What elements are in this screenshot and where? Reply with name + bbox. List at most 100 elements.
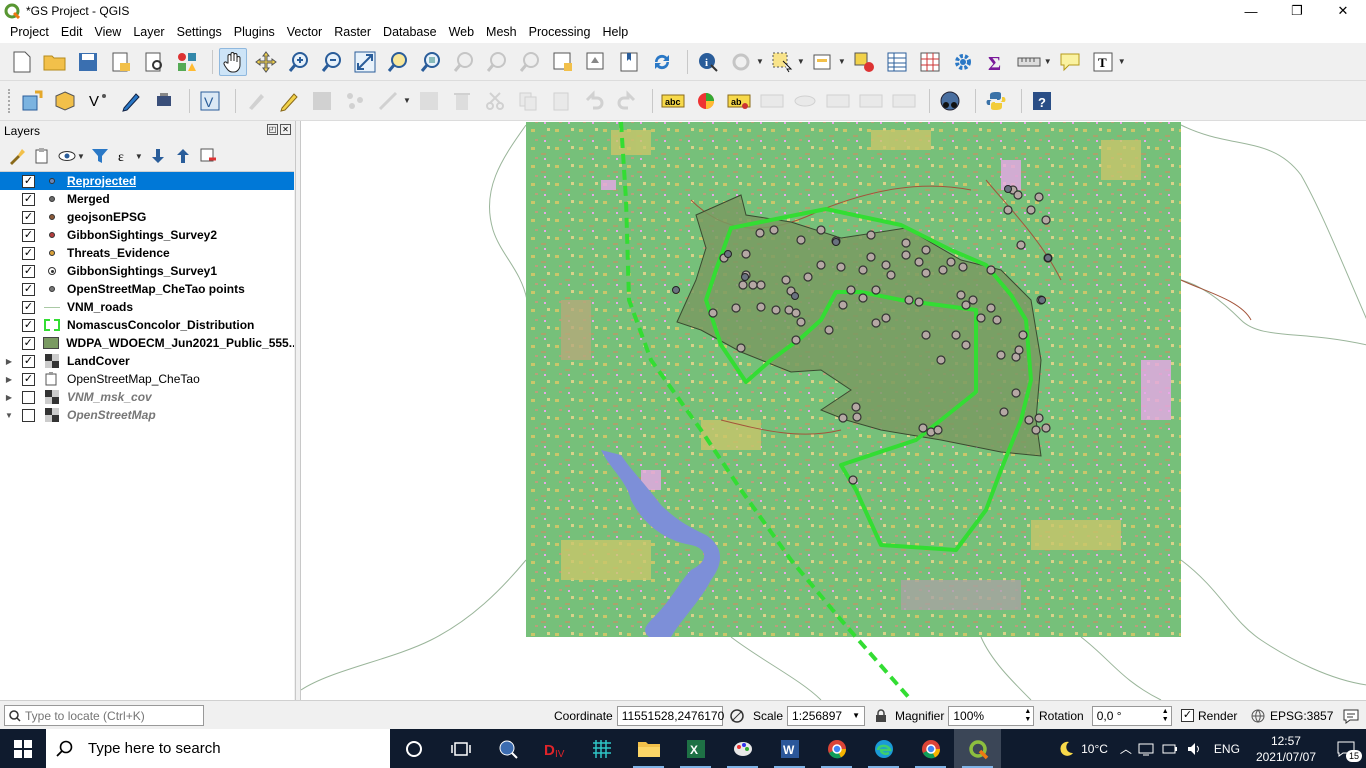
layer-row[interactable]: ✓ OpenStreetMap_CheTao points xyxy=(0,280,294,298)
menu-view[interactable]: View xyxy=(88,22,127,43)
toggle-editing-icon[interactable] xyxy=(275,87,303,115)
layer-row[interactable]: ▶ ✓ OpenStreetMap_CheTao xyxy=(0,370,294,388)
menu-mesh[interactable]: Mesh xyxy=(480,22,523,43)
statistical-summary-icon[interactable] xyxy=(916,48,944,76)
zoom-full-icon[interactable] xyxy=(351,48,379,76)
menu-project[interactable]: Project xyxy=(4,22,55,43)
scale-combobox[interactable]: 1:256897 ▼ xyxy=(787,705,866,726)
new-print-layout-icon[interactable] xyxy=(107,48,135,76)
layer-visibility-checkbox[interactable]: ✓ xyxy=(22,354,35,368)
coordinate-capture-icon[interactable] xyxy=(936,87,964,115)
locator-bar[interactable] xyxy=(4,705,204,726)
render-checkbox[interactable]: ✓ xyxy=(1181,709,1194,722)
save-edits-icon[interactable] xyxy=(308,87,336,115)
current-edits-icon[interactable] xyxy=(242,87,270,115)
layer-visibility-checkbox[interactable]: ✓ xyxy=(22,246,35,260)
label-toolbar-abc-icon[interactable]: abc xyxy=(659,87,687,115)
maximize-button[interactable]: ❐ xyxy=(1274,0,1320,22)
python-console-icon[interactable] xyxy=(982,87,1010,115)
menu-vector[interactable]: Vector xyxy=(281,22,328,43)
new-geopackage-layer-icon[interactable] xyxy=(51,87,79,115)
deselect-all-icon[interactable] xyxy=(850,48,878,76)
map-svg[interactable] xyxy=(301,121,1366,700)
layer-row[interactable]: ✓ NomascusConcolor_Distribution xyxy=(0,316,294,334)
locator-input[interactable] xyxy=(25,708,195,723)
layer-visibility-checkbox[interactable]: ✓ xyxy=(22,318,35,332)
add-point-icon[interactable] xyxy=(341,87,369,115)
task-view-icon[interactable] xyxy=(437,729,484,768)
zoom-last-icon[interactable] xyxy=(483,48,511,76)
help-icon[interactable]: ? xyxy=(1028,87,1056,115)
minimize-button[interactable]: — xyxy=(1228,0,1274,22)
identify-features-icon[interactable]: i xyxy=(694,48,722,76)
pin-labels-icon[interactable] xyxy=(758,87,786,115)
menu-settings[interactable]: Settings xyxy=(171,22,228,43)
zoom-to-layer-icon[interactable] xyxy=(417,48,445,76)
layer-visibility-checkbox[interactable] xyxy=(22,390,35,404)
measure-line-icon[interactable] xyxy=(1015,48,1043,76)
manage-visibility-eye-icon[interactable] xyxy=(56,145,78,167)
chrome-icon[interactable] xyxy=(813,729,860,768)
vertex-tool-icon[interactable] xyxy=(374,87,402,115)
chrome-icon-2[interactable] xyxy=(907,729,954,768)
refresh-icon[interactable] xyxy=(648,48,676,76)
weather-moon-icon[interactable] xyxy=(1057,740,1075,758)
expand-arrow-icon[interactable]: ▶ xyxy=(4,393,14,402)
toolbox-gear-icon[interactable] xyxy=(949,48,977,76)
coordinate-field[interactable]: 11551528,2476170 xyxy=(616,705,724,726)
layer-visibility-checkbox[interactable]: ✓ xyxy=(22,228,35,242)
new-shapefile-layer-icon[interactable]: V xyxy=(84,87,112,115)
rotate-label-icon[interactable] xyxy=(857,87,885,115)
notifications-button[interactable]: 15 xyxy=(1326,729,1366,768)
paste-features-icon[interactable] xyxy=(547,87,575,115)
layer-visibility-checkbox[interactable]: ✓ xyxy=(22,282,35,296)
zoom-native-icon[interactable] xyxy=(450,48,478,76)
menu-database[interactable]: Database xyxy=(377,22,443,43)
layer-row[interactable]: ✓ Reprojected xyxy=(0,172,294,190)
show-hide-labels-icon[interactable] xyxy=(791,87,819,115)
layer-visibility-checkbox[interactable]: ✓ xyxy=(21,336,35,350)
new-3d-map-view-icon[interactable] xyxy=(582,48,610,76)
word-icon[interactable]: W xyxy=(766,729,813,768)
layer-row[interactable]: ▼ OpenStreetMap xyxy=(0,406,294,424)
expand-all-icon[interactable] xyxy=(147,145,169,167)
diva-app-icon[interactable]: D IV xyxy=(531,729,578,768)
filter-legend-icon[interactable] xyxy=(89,145,111,167)
layer-row[interactable]: ✓ geojsonEPSG xyxy=(0,208,294,226)
expand-arrow-icon[interactable]: ▶ xyxy=(4,357,14,366)
cortana-icon[interactable] xyxy=(390,729,437,768)
layer-visibility-checkbox[interactable]: ✓ xyxy=(22,372,35,386)
pan-to-selection-icon[interactable] xyxy=(252,48,280,76)
layer-row[interactable]: ✓ GibbonSightings_Survey1 xyxy=(0,262,294,280)
save-project-icon[interactable] xyxy=(74,48,102,76)
spin-arrows-icon[interactable]: ▲ ▼ xyxy=(1162,708,1169,724)
magnifier-spinbox[interactable]: 100% ▲ ▼ xyxy=(948,705,1035,726)
menu-layer[interactable]: Layer xyxy=(127,22,170,43)
rotation-spinbox[interactable]: 0,0 ° ▲ ▼ xyxy=(1091,705,1172,726)
clock[interactable]: 12:57 2021/07/07 xyxy=(1256,733,1316,765)
qgis-taskbar-icon[interactable] xyxy=(954,729,1001,768)
text-annotation-icon[interactable]: T xyxy=(1089,48,1117,76)
digitize-pen-icon[interactable] xyxy=(117,87,145,115)
lock-icon[interactable] xyxy=(875,708,887,723)
language-indicator[interactable]: ENG xyxy=(1214,742,1240,756)
map-canvas[interactable] xyxy=(300,121,1366,700)
delete-selected-icon[interactable] xyxy=(448,87,476,115)
paint-app-icon[interactable] xyxy=(719,729,766,768)
menu-raster[interactable]: Raster xyxy=(328,22,377,43)
crs-group[interactable]: EPSG:3857 xyxy=(1251,701,1333,730)
zoom-to-selection-icon[interactable] xyxy=(384,48,412,76)
cut-features-icon[interactable] xyxy=(481,87,509,115)
layer-row[interactable]: ✓ GibbonSightings_Survey2 xyxy=(0,226,294,244)
gps-icon[interactable] xyxy=(150,87,178,115)
layer-row[interactable]: ✓ WDPA_WDOECM_Jun2021_Public_555... xyxy=(0,334,294,352)
virtual-layer-icon[interactable]: V xyxy=(196,87,224,115)
layer-row[interactable]: ▶ ✓ LandCover xyxy=(0,352,294,370)
layer-row[interactable]: ✓ Threats_Evidence xyxy=(0,244,294,262)
change-label-icon[interactable] xyxy=(890,87,918,115)
collapse-all-icon[interactable] xyxy=(172,145,194,167)
select-features-icon[interactable] xyxy=(768,48,796,76)
style-manager-icon[interactable] xyxy=(173,48,201,76)
expand-arrow-icon[interactable]: ▶ xyxy=(4,375,14,384)
field-calculator-sigma-icon[interactable]: Σ xyxy=(982,48,1010,76)
